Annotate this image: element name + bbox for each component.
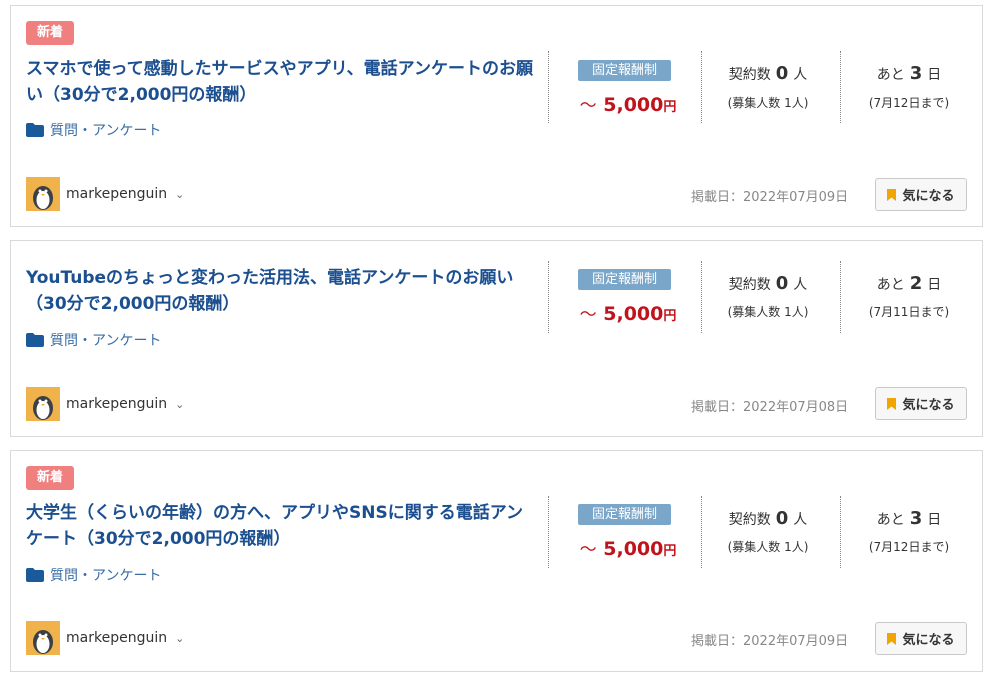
reward-type-tag: 固定報酬制 <box>578 504 671 525</box>
divider <box>840 496 841 568</box>
recruit-count: (募集人数 1人) <box>727 540 809 554</box>
divider <box>840 51 841 123</box>
posted-date: 掲載日：2022年07月08日 <box>691 400 849 415</box>
chevron-down-icon[interactable]: ⌄ <box>175 632 184 645</box>
user-link[interactable]: markepenguin ⌄ <box>26 387 184 421</box>
category-label: 質問・アンケート <box>50 333 162 349</box>
user-link[interactable]: markepenguin ⌄ <box>26 177 184 211</box>
penguin-avatar <box>26 177 60 211</box>
remain-number: 3 <box>909 508 923 529</box>
contract-count: 契約数 0 人 <box>703 273 833 294</box>
bookmark-label: 気になる <box>902 398 955 413</box>
contract-number: 0 <box>775 508 789 529</box>
chevron-down-icon[interactable]: ⌄ <box>175 188 184 201</box>
remain-unit: 日 <box>927 512 942 528</box>
recruit-count: (募集人数 1人) <box>727 96 809 110</box>
posted-date: 掲載日：2022年07月09日 <box>691 634 849 649</box>
bookmark-icon <box>887 188 897 201</box>
price-prefix: ～ <box>579 96 597 116</box>
price-value: 5,000 <box>603 538 664 560</box>
category-link[interactable]: 質問・アンケート <box>26 120 161 140</box>
price-unit: 円 <box>663 544 677 559</box>
price-value: 5,000 <box>603 303 664 325</box>
folder-icon <box>26 568 44 582</box>
job-card-1: 新着 スマホで使って感動したサービスやアプリ、電話アンケートのお願い（30分で2… <box>10 5 983 227</box>
contract-count: 契約数 0 人 <box>703 508 833 529</box>
remain-number: 2 <box>909 273 923 294</box>
divider <box>548 496 549 568</box>
job-card-2: YouTubeのちょっと変わった活用法、電話アンケートのお願い（30分で2,00… <box>10 240 983 437</box>
job-title[interactable]: 大学生（くらいの年齢）の方へ、アプリやSNSに関する電話アンケート（30分で2,… <box>26 500 536 552</box>
bookmark-label: 気になる <box>902 633 955 648</box>
folder-icon <box>26 123 44 137</box>
contract-label: 契約数 <box>728 277 771 293</box>
job-card-3: 新着 大学生（くらいの年齢）の方へ、アプリやSNSに関する電話アンケート（30分… <box>10 450 983 672</box>
price: ～ 5,000円 <box>573 91 683 116</box>
remaining-days: あと 3 日 <box>843 63 975 84</box>
remain-number: 3 <box>909 63 923 84</box>
deadline: (7月12日まで) <box>868 540 950 554</box>
price-value: 5,000 <box>603 94 664 116</box>
folder-icon <box>26 333 44 347</box>
deadline: (7月12日まで) <box>868 96 950 110</box>
chevron-down-icon[interactable]: ⌄ <box>175 398 184 411</box>
contract-label: 契約数 <box>728 512 771 528</box>
divider <box>701 51 702 123</box>
contract-number: 0 <box>775 63 789 84</box>
reward-type-tag: 固定報酬制 <box>578 60 671 81</box>
username: markepenguin <box>66 630 168 646</box>
job-title[interactable]: YouTubeのちょっと変わった活用法、電話アンケートのお願い（30分で2,00… <box>26 265 536 317</box>
contract-count: 契約数 0 人 <box>703 63 833 84</box>
recruit-count: (募集人数 1人) <box>727 305 809 319</box>
divider <box>701 496 702 568</box>
remain-prefix: あと <box>876 67 905 83</box>
bookmark-button[interactable]: 気になる <box>875 178 967 211</box>
remain-unit: 日 <box>927 277 942 293</box>
new-badge: 新着 <box>26 21 74 45</box>
username: markepenguin <box>66 186 168 202</box>
remaining-days: あと 3 日 <box>843 508 975 529</box>
remain-prefix: あと <box>876 277 905 293</box>
divider <box>840 261 841 333</box>
penguin-avatar <box>26 387 60 421</box>
contract-unit: 人 <box>793 67 808 83</box>
job-title[interactable]: スマホで使って感動したサービスやアプリ、電話アンケートのお願い（30分で2,00… <box>26 56 536 108</box>
username: markepenguin <box>66 396 168 412</box>
contract-label: 契約数 <box>728 67 771 83</box>
remaining-days: あと 2 日 <box>843 273 975 294</box>
category-link[interactable]: 質問・アンケート <box>26 565 161 585</box>
bookmark-icon <box>887 632 897 645</box>
new-badge: 新着 <box>26 466 74 490</box>
bookmark-button[interactable]: 気になる <box>875 622 967 655</box>
category-label: 質問・アンケート <box>50 568 162 584</box>
contract-unit: 人 <box>793 277 808 293</box>
divider <box>548 51 549 123</box>
remain-prefix: あと <box>876 512 905 528</box>
contract-unit: 人 <box>793 512 808 528</box>
bookmark-icon <box>887 397 897 410</box>
user-link[interactable]: markepenguin ⌄ <box>26 621 184 655</box>
category-label: 質問・アンケート <box>50 123 162 139</box>
price: ～ 5,000円 <box>573 300 683 325</box>
posted-date: 掲載日：2022年07月09日 <box>691 190 849 205</box>
bookmark-button[interactable]: 気になる <box>875 387 967 420</box>
contract-number: 0 <box>775 273 789 294</box>
bookmark-label: 気になる <box>902 189 955 204</box>
price: ～ 5,000円 <box>573 535 683 560</box>
price-unit: 円 <box>663 309 677 324</box>
price-unit: 円 <box>663 100 677 115</box>
category-link[interactable]: 質問・アンケート <box>26 330 161 350</box>
divider <box>548 261 549 333</box>
penguin-avatar <box>26 621 60 655</box>
remain-unit: 日 <box>927 67 942 83</box>
reward-type-tag: 固定報酬制 <box>578 269 671 290</box>
divider <box>701 261 702 333</box>
price-prefix: ～ <box>579 305 597 325</box>
deadline: (7月11日まで) <box>868 305 950 319</box>
price-prefix: ～ <box>579 540 597 560</box>
